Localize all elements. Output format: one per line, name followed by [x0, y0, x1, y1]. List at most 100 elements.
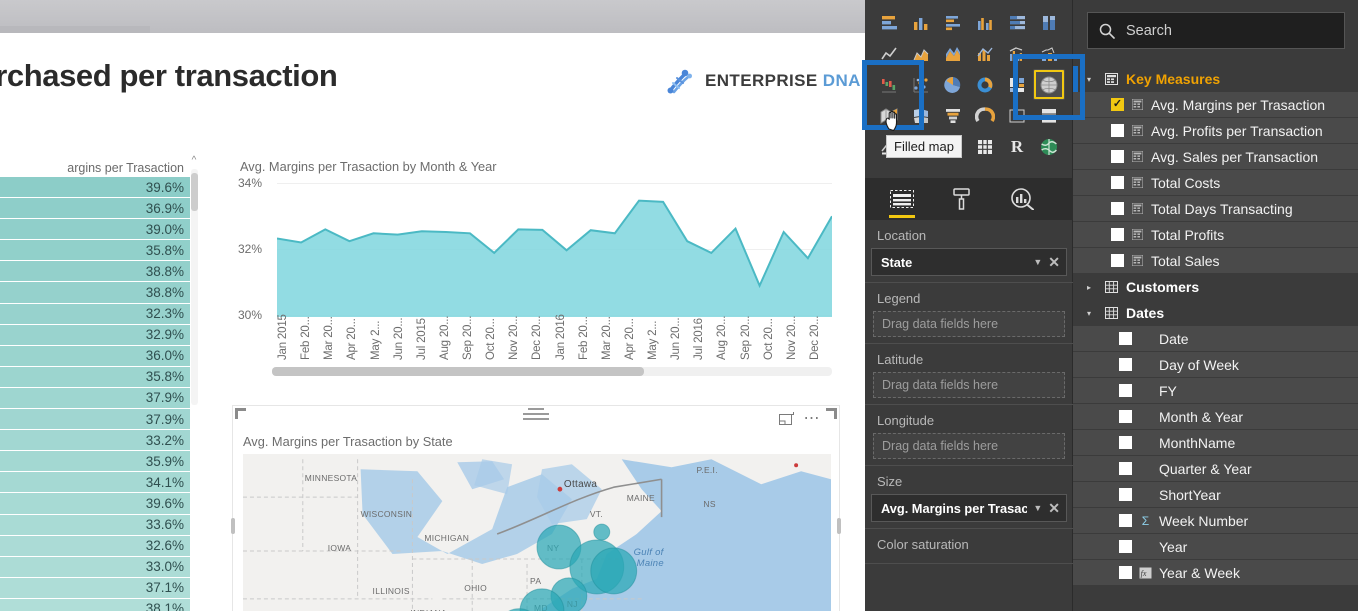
- visual-side-handle-right[interactable]: [837, 518, 841, 534]
- viz-button-map-icon[interactable]: [1033, 69, 1065, 100]
- field-group-key-measures[interactable]: ▾ Key Measures: [1073, 66, 1358, 92]
- table-row[interactable]: 33.0%: [0, 556, 190, 578]
- chart-scrollbar-thumb[interactable]: [272, 367, 644, 376]
- table-row[interactable]: 36.0%: [0, 345, 190, 367]
- search-input[interactable]: Search: [1087, 12, 1345, 49]
- viz-button-stacked-bar-chart-icon[interactable]: [873, 7, 905, 38]
- viz-button-shape-map-icon[interactable]: [905, 100, 937, 131]
- field-checkbox[interactable]: [1119, 488, 1132, 501]
- table-row[interactable]: 39.6%: [0, 493, 190, 515]
- chart-horizontal-scrollbar[interactable]: [272, 367, 832, 376]
- field-item[interactable]: MonthName: [1073, 430, 1358, 456]
- field-item[interactable]: Day of Week: [1073, 352, 1358, 378]
- viz-button-waterfall-chart-icon[interactable]: [873, 69, 905, 100]
- close-icon[interactable]: ✕: [1048, 500, 1060, 517]
- fields-tab[interactable]: [887, 182, 917, 218]
- format-tab[interactable]: [947, 182, 977, 216]
- focus-mode-icon[interactable]: [778, 412, 794, 425]
- chevron-right-icon[interactable]: ▸: [1087, 283, 1097, 292]
- field-group-dates[interactable]: ▾ Dates: [1073, 300, 1358, 326]
- viz-button-r-script-visual-icon[interactable]: R: [1001, 131, 1033, 162]
- report-canvas[interactable]: t purchased per transaction ENTERPRISE D…: [0, 33, 865, 611]
- field-checkbox[interactable]: [1119, 332, 1132, 345]
- table-row[interactable]: 32.3%: [0, 303, 190, 325]
- field-item[interactable]: fx Year & Week: [1073, 560, 1358, 586]
- viz-button-clustered-column-chart-icon[interactable]: [969, 7, 1001, 38]
- well-dropzone-legend[interactable]: Drag data fields here: [873, 311, 1065, 337]
- viz-button-ribbon-chart-icon[interactable]: [1033, 38, 1065, 69]
- viz-button-gauge-icon[interactable]: [969, 100, 1001, 131]
- field-item[interactable]: Year: [1073, 534, 1358, 560]
- field-checkbox[interactable]: [1111, 124, 1124, 137]
- field-checkbox[interactable]: [1119, 436, 1132, 449]
- viz-button-stacked-area-chart-icon[interactable]: [937, 38, 969, 69]
- field-item[interactable]: FY: [1073, 378, 1358, 404]
- table-row[interactable]: 33.2%: [0, 430, 190, 452]
- viz-button-pie-chart-icon[interactable]: [937, 69, 969, 100]
- table-row[interactable]: 32.9%: [0, 324, 190, 346]
- analytics-tab[interactable]: [1007, 182, 1037, 216]
- well-chip-location[interactable]: State ▼ ✕: [871, 248, 1067, 276]
- viz-button-treemap-icon[interactable]: [1001, 69, 1033, 100]
- visualizations-pane[interactable]: 1R Location State ▼ ✕ Legend Drag data f…: [865, 0, 1073, 611]
- field-checkbox[interactable]: [1111, 202, 1124, 215]
- field-item[interactable]: ShortYear: [1073, 482, 1358, 508]
- well-dropzone-longitude[interactable]: Drag data fields here: [873, 433, 1065, 459]
- field-checkbox[interactable]: [1111, 176, 1124, 189]
- field-item[interactable]: Avg. Sales per Transaction: [1073, 144, 1358, 170]
- table-row[interactable]: 37.9%: [0, 409, 190, 431]
- field-item[interactable]: Total Profits: [1073, 222, 1358, 248]
- field-item[interactable]: Avg. Margins per Trasaction: [1073, 92, 1358, 118]
- viz-button-line-and-stacked-column-icon[interactable]: [969, 38, 1001, 69]
- viz-button-line-chart-icon[interactable]: [873, 38, 905, 69]
- more-options-icon[interactable]: ⋯: [804, 410, 822, 426]
- map-canvas[interactable]: MINNESOTA WISCONSIN MICHIGAN IOWA ILLINO…: [243, 454, 831, 611]
- field-item[interactable]: Date: [1073, 326, 1358, 352]
- table-row[interactable]: 35.9%: [0, 451, 190, 473]
- viz-button-line-and-clustered-column-icon[interactable]: [1001, 38, 1033, 69]
- table-row[interactable]: 36.9%: [0, 198, 190, 220]
- field-checkbox[interactable]: [1111, 228, 1124, 241]
- field-checkbox[interactable]: [1119, 358, 1132, 371]
- viz-button-scatter-chart-icon[interactable]: [905, 69, 937, 100]
- field-wells[interactable]: Location State ▼ ✕ Legend Drag data fields he…: [865, 220, 1073, 611]
- field-item[interactable]: Quarter & Year: [1073, 456, 1358, 482]
- visual-side-handle-left[interactable]: [231, 518, 235, 534]
- map-visual[interactable]: ⋯ Avg. Margins per Trasaction by State M…: [231, 405, 841, 611]
- field-item[interactable]: Total Costs: [1073, 170, 1358, 196]
- viz-button-donut-chart-icon[interactable]: [969, 69, 1001, 100]
- field-checkbox[interactable]: [1111, 98, 1124, 111]
- table-row[interactable]: 35.8%: [0, 366, 190, 388]
- viz-button-card-icon[interactable]: 1: [1001, 100, 1033, 131]
- chevron-up-icon[interactable]: ^: [192, 155, 197, 167]
- field-checkbox[interactable]: [1111, 254, 1124, 267]
- well-dropzone-latitude[interactable]: Drag data fields here: [873, 372, 1065, 398]
- viz-button-hundred-percent-stacked-bar-icon[interactable]: [1001, 7, 1033, 38]
- field-item[interactable]: Total Days Transacting: [1073, 196, 1358, 222]
- well-chip-size[interactable]: Avg. Margins per Trasac ▼ ✕: [871, 494, 1067, 522]
- field-checkbox[interactable]: [1119, 566, 1132, 579]
- field-item[interactable]: Avg. Profits per Transaction: [1073, 118, 1358, 144]
- table-row[interactable]: 38.8%: [0, 261, 190, 283]
- field-checkbox[interactable]: [1119, 540, 1132, 553]
- chevron-down-icon[interactable]: ▼: [1033, 257, 1042, 267]
- field-checkbox[interactable]: [1119, 462, 1132, 475]
- chevron-down-icon[interactable]: ▼: [1033, 503, 1042, 513]
- field-item[interactable]: Σ Week Number: [1073, 508, 1358, 534]
- table-row[interactable]: 33.6%: [0, 514, 190, 536]
- viz-button-multi-row-card-icon[interactable]: [1033, 100, 1065, 131]
- field-checkbox[interactable]: [1119, 410, 1132, 423]
- field-well-tabs[interactable]: [865, 178, 1073, 220]
- visual-corner-handle-tr[interactable]: [826, 408, 837, 419]
- fields-pane[interactable]: Search ▾ Key Measures Avg. Margins per Tra…: [1073, 0, 1358, 611]
- avg-margins-table[interactable]: argins per Trasaction 39.6% 36.9% 39.0% 35.…: [0, 155, 190, 611]
- table-row[interactable]: 34.1%: [0, 472, 190, 494]
- table-row[interactable]: 38.1%: [0, 598, 190, 611]
- field-item[interactable]: Month & Year: [1073, 404, 1358, 430]
- viz-button-area-chart-icon[interactable]: [905, 38, 937, 69]
- field-checkbox[interactable]: [1119, 384, 1132, 397]
- field-item[interactable]: Total Sales: [1073, 248, 1358, 274]
- table-row[interactable]: 35.8%: [0, 240, 190, 262]
- line-chart-visual[interactable]: Avg. Margins per Trasaction by Month & Y…: [232, 155, 840, 400]
- table-row[interactable]: 37.9%: [0, 387, 190, 410]
